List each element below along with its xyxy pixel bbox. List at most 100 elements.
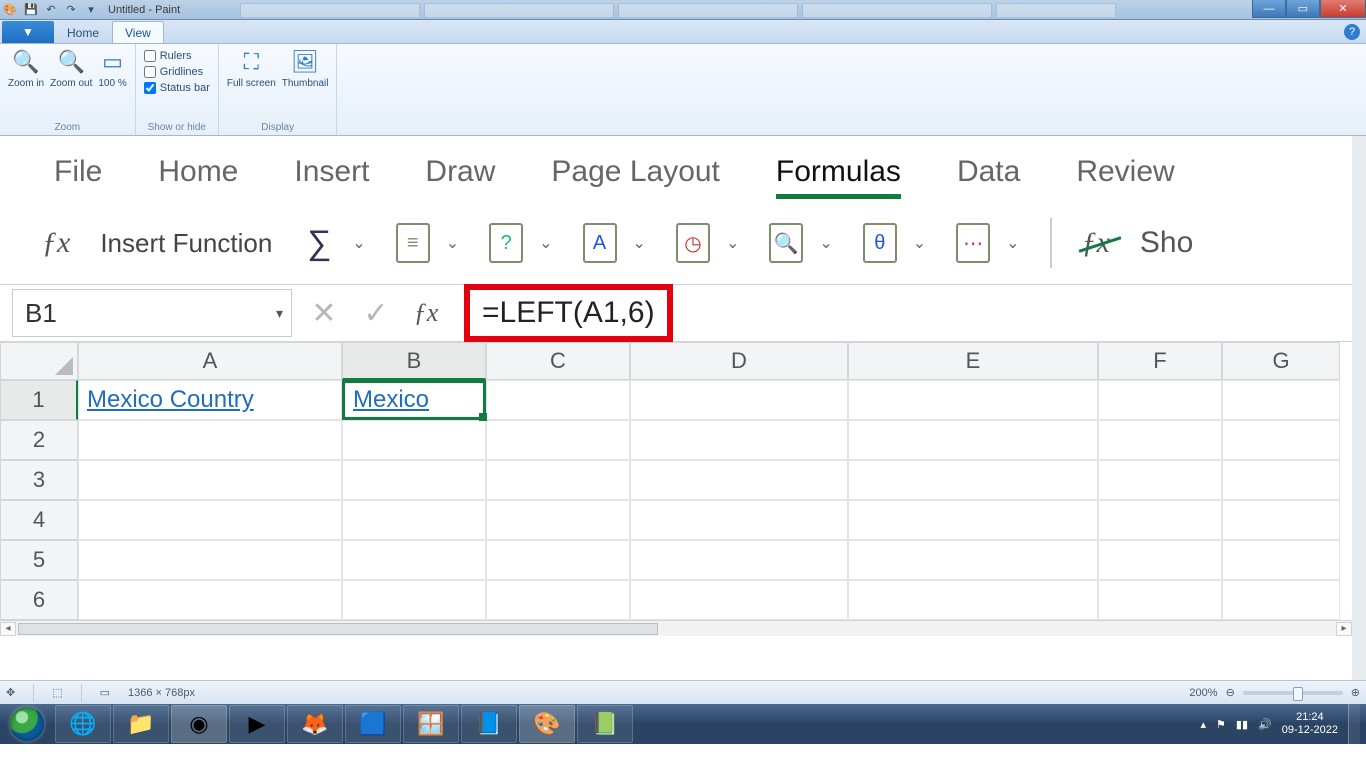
cell[interactable] xyxy=(848,580,1098,620)
cell[interactable] xyxy=(630,460,848,500)
minimize-button[interactable]: — xyxy=(1252,0,1286,18)
cell[interactable] xyxy=(486,420,630,460)
tab-draw[interactable]: Draw xyxy=(425,155,495,189)
cell[interactable] xyxy=(848,460,1098,500)
cell[interactable] xyxy=(1222,580,1340,620)
col-header-d[interactable]: D xyxy=(630,342,848,380)
cell[interactable] xyxy=(78,580,342,620)
cell[interactable] xyxy=(78,460,342,500)
zoom-in-button[interactable]: ⊕ xyxy=(1351,686,1360,699)
tray-clock[interactable]: 21:24 09-12-2022 xyxy=(1282,711,1338,737)
tab-data[interactable]: Data xyxy=(957,155,1020,189)
col-header-e[interactable]: E xyxy=(848,342,1098,380)
taskbar-ie[interactable]: 🌐 xyxy=(55,705,111,743)
show-formulas-label[interactable]: Sho xyxy=(1140,226,1193,260)
taskbar-media[interactable]: ▶ xyxy=(229,705,285,743)
tab-home[interactable]: Home xyxy=(158,155,238,189)
insert-function-button[interactable]: Insert Function xyxy=(100,228,272,259)
cell[interactable] xyxy=(848,540,1098,580)
cell[interactable] xyxy=(1222,540,1340,580)
cell[interactable] xyxy=(630,500,848,540)
tab-insert[interactable]: Insert xyxy=(294,155,369,189)
chevron-down-icon[interactable]: ⌄ xyxy=(633,233,646,253)
cell[interactable] xyxy=(342,460,486,500)
paint-view-tab[interactable]: View xyxy=(112,21,164,43)
tab-formulas[interactable]: Formulas xyxy=(776,155,901,189)
math-trig-icon[interactable]: θ xyxy=(863,223,897,263)
tray-volume-icon[interactable]: 🔊 xyxy=(1258,718,1272,731)
scrollbar-thumb[interactable] xyxy=(18,623,658,635)
chevron-down-icon[interactable]: ⌄ xyxy=(352,233,365,253)
zoom-out-button[interactable]: 🔍Zoom out xyxy=(50,48,92,89)
cell[interactable] xyxy=(486,500,630,540)
cell[interactable] xyxy=(848,420,1098,460)
cell[interactable] xyxy=(486,580,630,620)
taskbar-excel[interactable]: 📗 xyxy=(577,705,633,743)
text-icon[interactable]: A xyxy=(583,223,617,263)
formula-bar[interactable]: =LEFT(A1,6) xyxy=(450,285,1352,341)
rulers-checkbox[interactable]: Rulers xyxy=(144,48,210,64)
close-button[interactable]: ✕ xyxy=(1320,0,1366,18)
cell-f1[interactable] xyxy=(1098,380,1222,420)
help-icon[interactable]: ? xyxy=(1344,24,1360,40)
tray-network-icon[interactable]: ▮▮ xyxy=(1236,718,1248,731)
zoom-in-button[interactable]: 🔍Zoom in xyxy=(8,48,44,89)
chevron-down-icon[interactable]: ▾ xyxy=(276,305,283,322)
more-functions-icon[interactable]: ⋯ xyxy=(956,223,990,263)
fullscreen-button[interactable]: ⛶Full screen xyxy=(227,48,276,89)
cell[interactable] xyxy=(848,500,1098,540)
row-header-6[interactable]: 6 xyxy=(0,580,78,620)
col-header-c[interactable]: C xyxy=(486,342,630,380)
statusbar-checkbox[interactable]: Status bar xyxy=(144,80,210,96)
zoom-out-button[interactable]: ⊖ xyxy=(1226,686,1235,699)
tab-review[interactable]: Review xyxy=(1076,155,1174,189)
chevron-down-icon[interactable]: ⌄ xyxy=(539,233,552,253)
taskbar-chrome[interactable]: ◉ xyxy=(171,705,227,743)
cell[interactable] xyxy=(78,500,342,540)
cell[interactable] xyxy=(342,540,486,580)
lookup-icon[interactable]: 🔍 xyxy=(769,223,803,263)
save-icon[interactable]: 💾 xyxy=(22,3,40,16)
chevron-down-icon[interactable]: ⌄ xyxy=(819,233,832,253)
cell[interactable] xyxy=(342,420,486,460)
qat-customize-icon[interactable]: ▾ xyxy=(82,3,100,16)
tray-overflow-icon[interactable]: ▴ xyxy=(1201,718,1207,731)
cell-b1[interactable]: Mexico xyxy=(342,380,486,420)
chevron-down-icon[interactable]: ⌄ xyxy=(446,233,459,253)
spreadsheet-grid[interactable]: A B C D E F G 1 Mexico Country Mexico 2 … xyxy=(0,342,1352,620)
zoom-100-button[interactable]: ▭100 % xyxy=(98,48,126,89)
cell[interactable] xyxy=(78,540,342,580)
col-header-b[interactable]: B xyxy=(342,342,486,380)
cell[interactable] xyxy=(1222,460,1340,500)
tab-page-layout[interactable]: Page Layout xyxy=(551,155,719,189)
col-header-g[interactable]: G xyxy=(1222,342,1340,380)
cell-d1[interactable] xyxy=(630,380,848,420)
row-header-2[interactable]: 2 xyxy=(0,420,78,460)
chevron-down-icon[interactable]: ⌄ xyxy=(1006,233,1019,253)
cell[interactable] xyxy=(630,420,848,460)
taskbar-app[interactable]: 🟦 xyxy=(345,705,401,743)
row-header-4[interactable]: 4 xyxy=(0,500,78,540)
show-formulas-icon[interactable]: ƒx xyxy=(1082,226,1110,260)
cell-a1[interactable]: Mexico Country xyxy=(78,380,342,420)
cell[interactable] xyxy=(1098,540,1222,580)
tab-file[interactable]: File xyxy=(54,155,102,189)
chevron-down-icon[interactable]: ⌄ xyxy=(913,233,926,253)
fx-icon[interactable]: ƒx xyxy=(402,285,450,341)
cell[interactable] xyxy=(1222,420,1340,460)
cell[interactable] xyxy=(1098,420,1222,460)
taskbar-explorer[interactable]: 📁 xyxy=(113,705,169,743)
name-box[interactable]: B1 ▾ xyxy=(12,289,292,337)
cell[interactable] xyxy=(1098,580,1222,620)
row-header-1[interactable]: 1 xyxy=(0,380,78,420)
autosum-icon[interactable]: ∑ xyxy=(302,223,336,263)
taskbar-word[interactable]: 📘 xyxy=(461,705,517,743)
cell[interactable] xyxy=(342,500,486,540)
chevron-down-icon[interactable]: ⌄ xyxy=(726,233,739,253)
cell[interactable] xyxy=(486,460,630,500)
col-header-a[interactable]: A xyxy=(78,342,342,380)
select-all-corner[interactable] xyxy=(0,342,78,380)
cell[interactable] xyxy=(630,540,848,580)
logical-icon[interactable]: ? xyxy=(489,223,523,263)
scroll-right-icon[interactable]: ▸ xyxy=(1336,622,1352,636)
